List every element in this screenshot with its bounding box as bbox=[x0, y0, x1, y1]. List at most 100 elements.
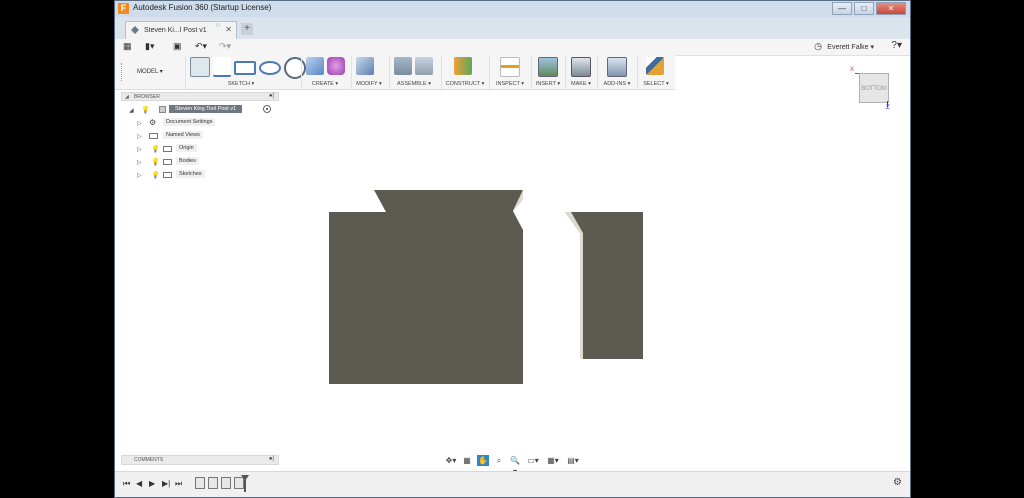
assemble-group: ASSEMBLE ▾ bbox=[389, 55, 438, 89]
select-arrow-icon[interactable] bbox=[646, 57, 664, 75]
extrude-icon[interactable] bbox=[306, 57, 324, 75]
window-controls: — □ ✕ bbox=[832, 2, 906, 15]
title-bar[interactable]: F Autodesk Fusion 360 (Startup License) … bbox=[115, 1, 910, 18]
browser-root-label[interactable]: Steven King Tool Post v1 bbox=[169, 105, 243, 113]
data-panel-grid-icon[interactable]: ▦ bbox=[123, 41, 132, 52]
panel-options-icon[interactable]: ●| bbox=[269, 456, 274, 462]
fusion-app-icon: F bbox=[118, 3, 129, 14]
timeline-go-to-start-icon[interactable]: ⏮ bbox=[123, 479, 130, 489]
maximize-button[interactable]: □ bbox=[854, 2, 874, 15]
browser-item-label: Document Settings bbox=[163, 118, 216, 126]
zoom-icon[interactable]: 🔍▾ bbox=[509, 455, 521, 476]
collapse-triangle-icon[interactable]: ◢ bbox=[125, 94, 129, 100]
insert-group: INSERT ▾ bbox=[531, 55, 564, 89]
grid-settings-icon[interactable]: ▦▾ bbox=[545, 455, 561, 466]
comments-panel-header[interactable]: COMMENTS ●| bbox=[121, 455, 279, 465]
file-menu-icon[interactable]: ▮▾ bbox=[145, 41, 154, 52]
activate-component-icon[interactable] bbox=[263, 105, 271, 113]
tool-post-body[interactable] bbox=[329, 190, 523, 384]
insert-image-icon[interactable] bbox=[538, 57, 558, 77]
main-toolbar: MODEL ▾ SKETCH ▾ CREATE ▾ MODIFY ▾ ASSEM… bbox=[115, 55, 675, 90]
select-group: SELECT ▾ bbox=[637, 55, 674, 89]
display-settings-icon[interactable]: ▭▾ bbox=[525, 455, 541, 466]
timeline-marker-line[interactable] bbox=[244, 480, 246, 492]
timeline-step-back-icon[interactable]: ◀ bbox=[136, 479, 142, 488]
undo-icon[interactable]: ↶▾ bbox=[195, 41, 207, 52]
timeline-extrude-feature-icon[interactable] bbox=[208, 477, 218, 489]
collapsed-triangle-icon[interactable]: ▷ bbox=[137, 146, 142, 153]
create-sketch-icon[interactable] bbox=[190, 57, 210, 77]
visibility-bulb-icon[interactable]: 💡 bbox=[151, 171, 160, 179]
browser-header-label: BROWSER bbox=[134, 94, 160, 100]
scripts-addins-icon[interactable] bbox=[607, 57, 627, 77]
navigation-bar: ✥▾ ▦ ✋ ⌕ 🔍▾ ▭▾ ▦▾ ▤▾ bbox=[445, 453, 581, 476]
component-icon bbox=[131, 26, 139, 34]
select-menu[interactable]: SELECT ▾ bbox=[638, 81, 674, 87]
inspect-group: INSPECT ▾ bbox=[489, 55, 530, 89]
job-status-clock-icon[interactable]: ◷ bbox=[814, 41, 822, 52]
offset-plane-icon[interactable] bbox=[454, 57, 472, 75]
addins-menu[interactable]: ADD-INS ▾ bbox=[598, 81, 636, 87]
collapsed-triangle-icon[interactable]: ▷ bbox=[137, 159, 142, 166]
create-form-icon[interactable] bbox=[327, 57, 345, 75]
new-component-icon[interactable] bbox=[394, 57, 412, 75]
browser-panel-header[interactable]: ◢ BROWSER ●| bbox=[121, 92, 279, 101]
visibility-bulb-icon[interactable]: 💡 bbox=[141, 106, 150, 114]
timeline-step-forward-icon[interactable]: ▶| bbox=[162, 479, 170, 488]
redo-icon[interactable]: ↷▾ bbox=[219, 41, 231, 52]
browser-item-label: Bodies bbox=[176, 157, 199, 165]
pin-icon[interactable]: ○ bbox=[216, 22, 220, 29]
construct-menu[interactable]: CONSTRUCT ▾ bbox=[442, 81, 488, 87]
timeline-go-to-end-icon[interactable]: ⏭ bbox=[175, 479, 182, 489]
modify-menu[interactable]: MODIFY ▾ bbox=[352, 81, 386, 87]
folder-icon bbox=[163, 159, 172, 165]
close-window-button[interactable]: ✕ bbox=[876, 2, 906, 15]
make-menu[interactable]: MAKE ▾ bbox=[566, 81, 596, 87]
press-pull-icon[interactable] bbox=[356, 57, 374, 75]
collapsed-triangle-icon[interactable]: ▷ bbox=[137, 133, 142, 140]
circle-icon[interactable] bbox=[259, 61, 281, 75]
inspect-menu[interactable]: INSPECT ▾ bbox=[490, 81, 530, 87]
visibility-bulb-icon[interactable]: 💡 bbox=[151, 145, 160, 153]
minimize-button[interactable]: — bbox=[832, 2, 852, 15]
create-menu[interactable]: CREATE ▾ bbox=[302, 81, 348, 87]
document-tab-label: Steven Ki...l Post v1 bbox=[144, 27, 207, 34]
timeline-sketch-feature-icon[interactable] bbox=[195, 477, 205, 489]
orbit-icon[interactable]: ✥▾ bbox=[445, 455, 457, 466]
insert-menu[interactable]: INSERT ▾ bbox=[532, 81, 564, 87]
component-icon bbox=[159, 106, 166, 113]
timeline-bar: ⏮ ◀ ▶ ▶| ⏭ ⚙ bbox=[115, 471, 910, 497]
toolbar-grip[interactable] bbox=[121, 63, 125, 81]
user-account-menu[interactable]: Everett Falke ▾ bbox=[827, 43, 874, 51]
timeline-sketch-feature-icon[interactable] bbox=[221, 477, 231, 489]
timeline-settings-gear-icon[interactable]: ⚙ bbox=[893, 477, 902, 488]
pan-hand-icon[interactable]: ✋ bbox=[477, 454, 489, 466]
3d-print-icon[interactable] bbox=[571, 57, 591, 77]
rectangle-icon[interactable] bbox=[234, 61, 256, 75]
document-tab[interactable]: Steven Ki...l Post v1 ○ ✕ bbox=[125, 21, 237, 39]
document-tab-bar: Steven Ki...l Post v1 ○ ✕ + bbox=[115, 17, 910, 39]
save-icon[interactable]: ▣ bbox=[173, 41, 182, 52]
line-icon[interactable] bbox=[213, 57, 231, 77]
sketch-group: SKETCH ▾ bbox=[185, 55, 306, 89]
sketch-menu[interactable]: SKETCH ▾ bbox=[186, 81, 296, 87]
viewcube[interactable]: BOTTOM bbox=[859, 73, 889, 103]
zoom-window-icon[interactable]: ⌕ bbox=[493, 455, 505, 466]
close-tab-button[interactable]: ✕ bbox=[225, 25, 232, 34]
timeline-play-icon[interactable]: ▶ bbox=[149, 479, 155, 488]
clamp-body[interactable] bbox=[565, 212, 643, 359]
app-window: F Autodesk Fusion 360 (Startup License) … bbox=[114, 0, 911, 498]
assemble-menu[interactable]: ASSEMBLE ▾ bbox=[390, 81, 438, 87]
new-tab-button[interactable]: + bbox=[241, 23, 253, 35]
help-menu-icon[interactable]: ?▾ bbox=[891, 40, 902, 51]
workspace-switcher[interactable]: MODEL ▾ bbox=[137, 68, 163, 75]
measure-icon[interactable] bbox=[500, 57, 520, 77]
visibility-bulb-icon[interactable]: 💡 bbox=[151, 158, 160, 166]
collapsed-triangle-icon[interactable]: ▷ bbox=[137, 120, 142, 127]
panel-options-icon[interactable]: ●| bbox=[269, 93, 274, 99]
joint-icon[interactable] bbox=[415, 57, 433, 75]
viewports-icon[interactable]: ▤▾ bbox=[565, 455, 581, 466]
look-at-icon[interactable]: ▦ bbox=[461, 455, 473, 466]
collapsed-triangle-icon[interactable]: ▷ bbox=[137, 172, 142, 179]
expanded-triangle-icon[interactable]: ◢ bbox=[129, 107, 134, 114]
